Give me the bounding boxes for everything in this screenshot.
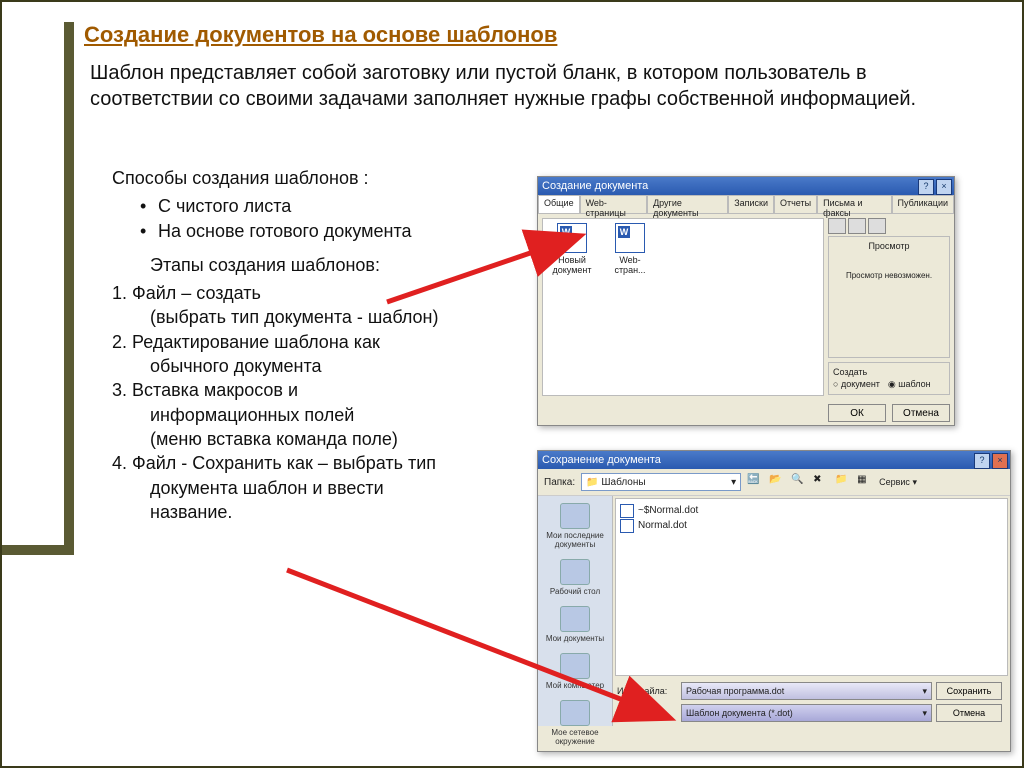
tab-general[interactable]: Общие	[538, 195, 580, 213]
steps-title: Этапы создания шаблонов:	[150, 253, 572, 277]
save-toolbar: Папка: 📁 Шаблоны▾ 🔙 📂 🔍 ✖ 📁 ▦ Сервис ▾	[538, 469, 1010, 496]
create-document-dialog: Создание документа ? × Общие Web-страниц…	[537, 176, 955, 426]
place-mydocs[interactable]: Мои документы	[544, 603, 606, 646]
tab-web[interactable]: Web-страницы	[580, 195, 647, 213]
search-icon[interactable]: 🔍	[791, 474, 807, 490]
method-item: С чистого листа	[140, 194, 572, 218]
new-folder-icon[interactable]: 📁	[835, 474, 851, 490]
tab-other[interactable]: Другие документы	[647, 195, 728, 213]
delete-icon[interactable]: ✖	[813, 474, 829, 490]
tab-memos[interactable]: Записки	[728, 195, 774, 213]
view-details-icon[interactable]	[868, 218, 886, 234]
folder-icon	[560, 606, 590, 632]
template-item[interactable]: Новый документ	[547, 223, 597, 275]
places-bar: Мои последние документы Рабочий стол Мои…	[538, 496, 613, 726]
view-list-icon[interactable]	[848, 218, 866, 234]
file-item[interactable]: ~$Normal.dot	[620, 503, 1003, 518]
close-icon[interactable]: ×	[992, 453, 1008, 469]
cancel-button[interactable]: Отмена	[892, 404, 950, 422]
page-title: Создание документов на основе шаблонов	[84, 22, 557, 48]
filename-label: Имя файла:	[617, 686, 677, 696]
tab-pub[interactable]: Публикации	[892, 195, 954, 213]
create-group: Создать ○ документ ◉ шаблон	[828, 362, 950, 395]
file-item[interactable]: Normal.dot	[620, 518, 1003, 533]
chevron-down-icon: ▾	[922, 686, 927, 697]
folder-combo[interactable]: 📁 Шаблоны▾	[581, 473, 741, 491]
filetype-combo[interactable]: Шаблон документа (*.dot)▾	[681, 704, 932, 722]
place-desktop[interactable]: Рабочий стол	[544, 556, 606, 599]
save-button[interactable]: Сохранить	[936, 682, 1002, 700]
help-icon[interactable]: ?	[974, 453, 990, 469]
radio-template[interactable]: ◉ шаблон	[888, 379, 931, 390]
intro-text: Шаблон представляет собой заготовку или …	[90, 60, 950, 112]
back-icon[interactable]: 🔙	[747, 474, 763, 490]
template-item[interactable]: Web-стран...	[605, 223, 655, 275]
accent-vertical	[64, 22, 74, 555]
view-large-icon[interactable]	[828, 218, 846, 234]
place-mycomputer[interactable]: Мой компьютер	[544, 650, 606, 693]
place-network[interactable]: Мое сетевое окружение	[544, 697, 606, 749]
network-icon	[560, 700, 590, 726]
views-icon[interactable]: ▦	[857, 474, 873, 490]
dialog2-titlebar: Сохранение документа ? ×	[538, 451, 1010, 469]
ok-button[interactable]: ОК	[828, 404, 886, 422]
methods-title: Способы создания шаблонов :	[112, 166, 572, 190]
chevron-down-icon: ▾	[922, 708, 927, 719]
view-mode-buttons	[828, 218, 950, 234]
word-icon	[615, 223, 645, 253]
recent-icon	[560, 503, 590, 529]
desktop-icon	[560, 559, 590, 585]
tab-reports[interactable]: Отчеты	[774, 195, 817, 213]
word-icon	[620, 504, 634, 518]
file-list[interactable]: ~$Normal.dot Normal.dot	[615, 498, 1008, 676]
content-block: Способы создания шаблонов : С чистого ли…	[112, 166, 572, 524]
close-icon[interactable]: ×	[936, 179, 952, 195]
chevron-down-icon: ▾	[731, 477, 736, 488]
word-icon	[557, 223, 587, 253]
preview-pane: Просмотр Просмотр невозможен.	[828, 236, 950, 358]
dialog1-tabs: Общие Web-страницы Другие документы Запи…	[538, 195, 954, 214]
filetype-label: Тип файла:	[617, 708, 677, 718]
method-item: На основе готового документа	[140, 219, 572, 243]
filename-combo[interactable]: Рабочая программа.dot▾	[681, 682, 932, 700]
tab-letters[interactable]: Письма и факсы	[817, 195, 891, 213]
cancel-button[interactable]: Отмена	[936, 704, 1002, 722]
up-icon[interactable]: 📂	[769, 474, 785, 490]
place-recent[interactable]: Мои последние документы	[544, 500, 606, 552]
accent-horizontal	[2, 545, 64, 555]
save-document-dialog: Сохранение документа ? × Папка: 📁 Шаблон…	[537, 450, 1011, 752]
help-icon[interactable]: ?	[918, 179, 934, 195]
methods-list: С чистого листа На основе готового докум…	[112, 194, 572, 243]
computer-icon	[560, 653, 590, 679]
template-list[interactable]: Новый документ Web-стран...	[542, 218, 824, 396]
slide-frame: Создание документов на основе шаблонов Ш…	[0, 0, 1024, 768]
word-icon	[620, 519, 634, 533]
radio-document[interactable]: ○ документ	[833, 379, 880, 390]
folder-label: Папка:	[544, 477, 575, 488]
tools-menu[interactable]: Сервис ▾	[879, 477, 917, 488]
dialog1-titlebar: Создание документа ? ×	[538, 177, 954, 195]
steps-list: 1. Файл – создать (выбрать тип документа…	[112, 281, 572, 524]
